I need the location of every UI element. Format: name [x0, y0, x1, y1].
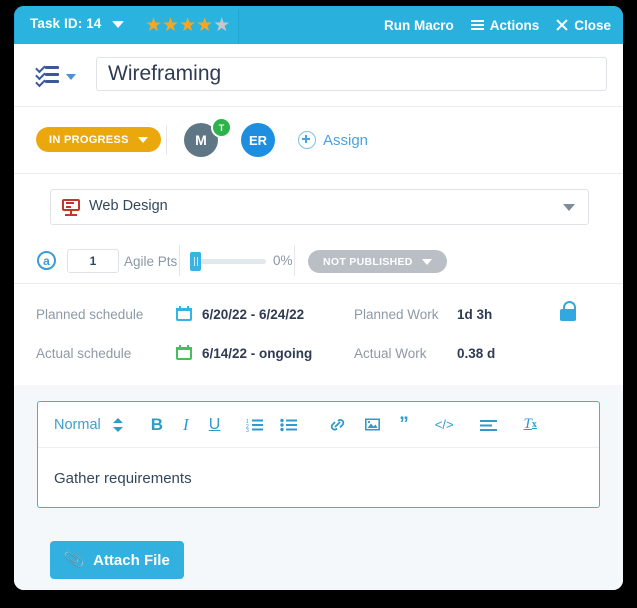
star-icon-5[interactable]: ★ [213, 16, 230, 35]
actions-label: Actions [489, 17, 540, 33]
ordered-list-icon: 1 2 3 [246, 419, 264, 432]
format-updown-icon[interactable] [112, 416, 124, 434]
run-macro-label: Run Macro [383, 17, 454, 33]
avatar-badge-label: T [218, 122, 225, 133]
format-select[interactable]: Normal [54, 417, 101, 433]
divider [14, 173, 623, 174]
slider-handle[interactable] [190, 252, 201, 271]
close-button[interactable]: Close [556, 18, 611, 33]
divider [14, 106, 623, 107]
publish-status-label: NOT PUBLISHED [323, 255, 413, 268]
avatar-initials: ER [248, 132, 268, 148]
agile-row: a Agile Pts 0% NOT PUBLISHED [14, 237, 623, 284]
publish-status-badge[interactable]: NOT PUBLISHED [308, 250, 447, 273]
actual-work-value[interactable]: 0.38 d [457, 346, 495, 361]
star-icon-4[interactable]: ★ [196, 16, 213, 35]
divider [14, 283, 623, 284]
header-divider [238, 10, 239, 44]
bullet-list-button[interactable] [280, 413, 298, 437]
task-title-input[interactable] [96, 57, 607, 91]
project-row: Web Design [14, 175, 623, 236]
planned-schedule-label: Planned schedule [36, 307, 144, 322]
link-icon [331, 418, 345, 430]
status-badge[interactable]: IN PROGRESS [36, 127, 161, 152]
clear-format-sub: x [531, 419, 537, 430]
actual-schedule-value[interactable]: 6/14/22 - ongoing [202, 346, 312, 361]
divider [166, 125, 167, 155]
code-button[interactable]: </> [435, 413, 454, 437]
planned-work-label: Planned Work [354, 307, 439, 322]
editor-toolbar: Normal B I U 1 2 3 ” </> T x [38, 402, 599, 448]
svg-text:3: 3 [246, 428, 249, 432]
description-section: Normal B I U 1 2 3 ” </> T x Gather requ… [14, 385, 623, 590]
hamburger-menu-icon [470, 20, 484, 30]
rating-stars[interactable]: ★ ★ ★ ★ ★ [145, 16, 230, 35]
avatar-member-2[interactable]: ER [241, 123, 275, 157]
assign-button[interactable]: Assign [298, 131, 368, 149]
publish-chevron-down-icon [421, 258, 432, 265]
calendar-icon-planned [176, 306, 192, 321]
task-id-chevron-down-icon[interactable] [112, 21, 124, 28]
project-chevron-down-icon [563, 204, 575, 211]
planned-schedule-value[interactable]: 6/20/22 - 6/24/22 [202, 307, 304, 322]
star-icon-2[interactable]: ★ [162, 16, 179, 35]
image-icon [365, 418, 381, 431]
link-button[interactable] [329, 413, 346, 437]
italic-button[interactable]: I [183, 413, 189, 437]
header-actions: Run Macro Actions Close [384, 6, 611, 44]
star-icon-3[interactable]: ★ [179, 16, 196, 35]
agile-points-input[interactable] [67, 249, 119, 273]
planned-work-value[interactable]: 1d 3h [457, 307, 492, 322]
project-board-icon [62, 198, 80, 216]
status-label: IN PROGRESS [49, 133, 129, 146]
underline-button[interactable]: U [209, 413, 221, 437]
assign-label: Assign [323, 131, 369, 149]
schedule-section: Planned schedule 6/20/22 - 6/24/22 Actua… [14, 285, 623, 384]
avatar-initials: M [195, 132, 207, 148]
divider [179, 245, 180, 276]
attach-file-label: Attach File [93, 551, 170, 569]
align-icon [479, 419, 497, 431]
image-button[interactable] [364, 413, 381, 437]
ordered-list-button[interactable]: 1 2 3 [246, 413, 264, 437]
actual-work-label: Actual Work [354, 346, 427, 361]
bold-button[interactable]: B [151, 413, 163, 437]
agile-points-label: Agile Pts [124, 254, 178, 269]
slider-track [190, 259, 266, 264]
clear-format-label: T [523, 416, 532, 432]
task-type-checklist-icon[interactable] [35, 62, 60, 88]
task-detail-panel: Task ID: 14 ★ ★ ★ ★ ★ Run Macro Actions … [14, 6, 623, 590]
actions-button[interactable]: Actions [470, 17, 540, 33]
rich-text-editor[interactable]: Normal B I U 1 2 3 ” </> T x Gather requ… [37, 401, 600, 508]
project-select[interactable]: Web Design [50, 189, 589, 225]
editor-content-text: Gather requirements [54, 469, 192, 487]
clear-format-button[interactable]: Tx [524, 413, 537, 437]
task-header-bar: Task ID: 14 ★ ★ ★ ★ ★ Run Macro Actions … [14, 6, 623, 44]
calendar-icon-actual [176, 345, 192, 360]
task-title-row [14, 44, 623, 107]
star-icon-1[interactable]: ★ [145, 16, 162, 35]
blockquote-button[interactable]: ” [399, 413, 409, 437]
close-label: Close [574, 17, 611, 33]
progress-percent: 0% [273, 253, 293, 268]
project-name: Web Design [89, 198, 168, 214]
task-type-chevron-down-icon[interactable] [66, 74, 76, 80]
run-macro-button[interactable]: Run Macro [384, 18, 454, 33]
attach-file-button[interactable]: 📎 Attach File [50, 541, 184, 579]
agile-points-icon: a [37, 251, 56, 270]
progress-slider[interactable] [190, 252, 266, 271]
divider [294, 245, 295, 276]
plus-circle-icon [298, 131, 316, 149]
bullet-list-icon [280, 418, 298, 431]
align-button[interactable] [479, 413, 497, 437]
lock-open-icon[interactable] [560, 301, 578, 321]
task-status-row: IN PROGRESS M ER Assign [14, 108, 623, 174]
task-id-label: Task ID: 14 [30, 16, 102, 31]
status-chevron-down-icon [137, 136, 148, 143]
avatar-badge-team: T [211, 117, 232, 138]
actual-schedule-label: Actual schedule [36, 346, 132, 361]
paperclip-icon: 📎 [62, 550, 86, 571]
editor-content-area[interactable]: Gather requirements [38, 448, 599, 508]
close-icon [556, 19, 568, 31]
